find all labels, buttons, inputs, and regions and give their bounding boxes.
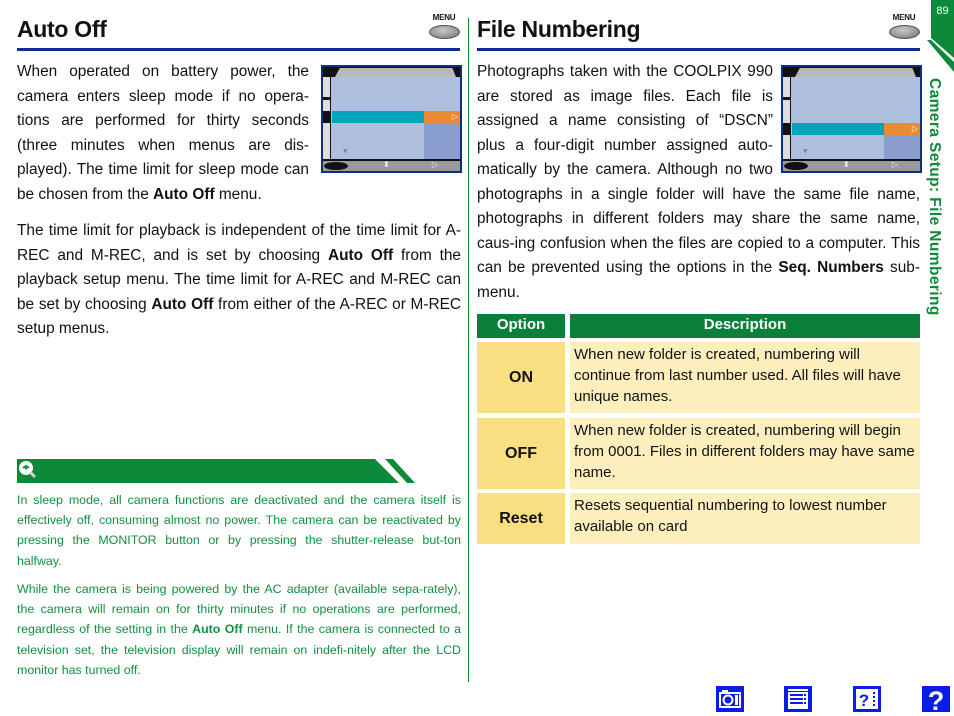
tip-para-2: While the camera is being powered by the… [17, 582, 461, 677]
tip-header-bar [17, 459, 415, 483]
side-chapter-title: Camera Setup: File Numbering [926, 78, 943, 316]
bold-term: Auto Off [153, 185, 215, 203]
menu-button-oval [428, 25, 460, 39]
help-icon[interactable]: ? [922, 686, 950, 712]
page-number: 89 [936, 5, 949, 17]
table-row-description: When new folder is created, numbering wi… [570, 418, 920, 489]
table-header-description: Description [570, 314, 920, 338]
table-row-option: OFF [477, 418, 565, 489]
column-divider [468, 18, 469, 682]
file-numbering-title: File Numbering [477, 16, 641, 42]
bold-term: Seq. Numbers [778, 259, 884, 276]
menu-button-label: MENU [432, 13, 456, 22]
bold-term: Auto Off [327, 246, 394, 264]
lightbulb-tip-icon [19, 461, 36, 478]
menu-button-label-right: MENU [892, 13, 916, 22]
auto-off-title: Auto Off [17, 16, 107, 42]
auto-off-title-rule [17, 48, 460, 51]
svg-text:?: ? [859, 691, 869, 710]
tip-para-1: In sleep mode, all camera functions are … [17, 493, 461, 568]
bold-term: Auto Off [192, 622, 243, 637]
table-row-option: Reset [477, 493, 565, 544]
camera-icon[interactable] [716, 686, 744, 712]
index-help-icon[interactable]: ? [853, 686, 881, 712]
menu-button-oval-right [888, 25, 920, 39]
table-row-option: ON [477, 342, 565, 413]
table-header-option: Option [477, 314, 565, 338]
auto-off-lcd-screenshot: ▷ ▼ ⬍ ▷ [321, 65, 462, 173]
svg-text:?: ? [928, 686, 945, 712]
file-numbering-lcd-screenshot: ▷ ▼ ⬍ ▷ [781, 65, 922, 173]
menu-button-icon: MENU [427, 13, 461, 39]
auto-off-para-2: The time limit for playback is independe… [17, 222, 461, 337]
menu-button-icon-right: MENU [887, 13, 921, 39]
file-numbering-title-rule [477, 48, 920, 51]
auto-off-para-1: When operated on battery power, the came… [17, 63, 309, 203]
bold-term: Auto Off [151, 295, 214, 313]
table-row-description: When new folder is created, numbering wi… [570, 342, 920, 413]
table-row-description: Resets sequential numbering to lowest nu… [570, 493, 920, 544]
contents-icon[interactable] [784, 686, 812, 712]
